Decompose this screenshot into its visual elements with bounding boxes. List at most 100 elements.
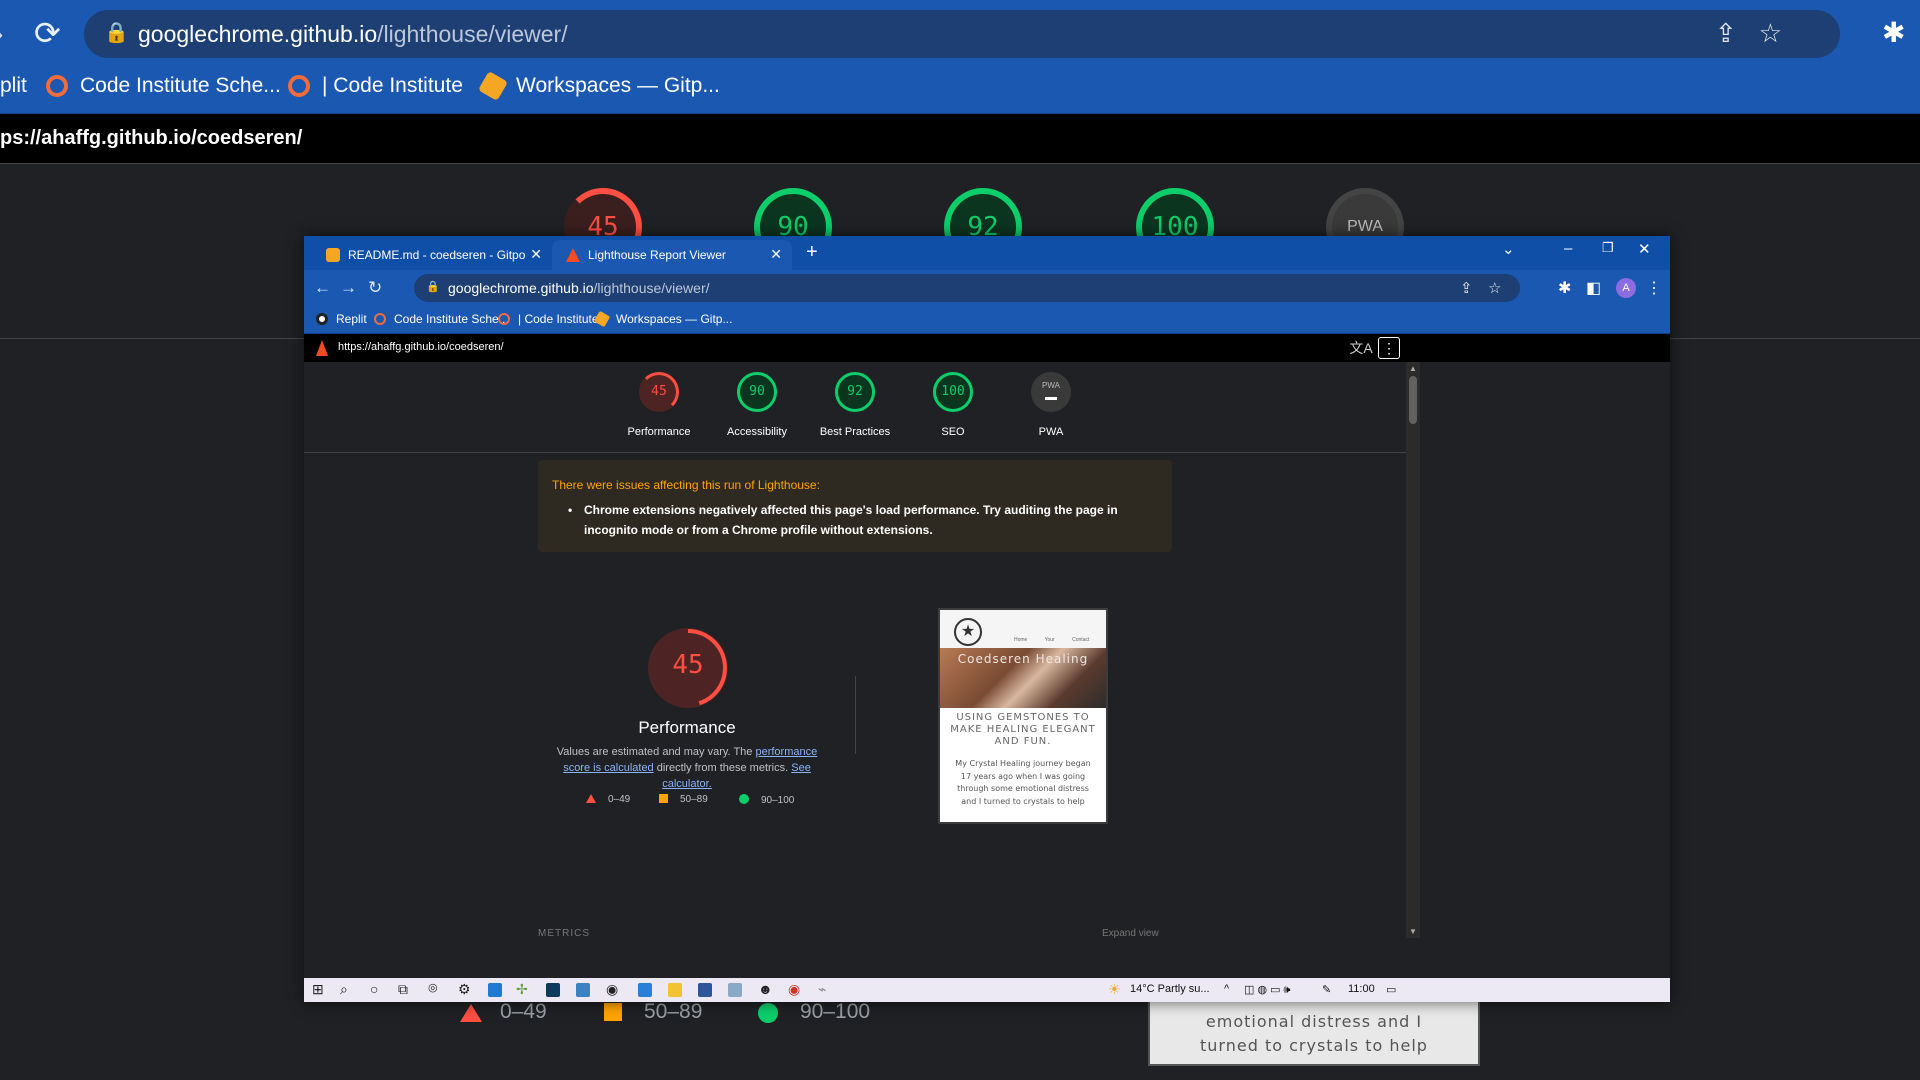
task-view-icon[interactable]: ⧉ xyxy=(398,981,408,998)
clock[interactable]: 11:00 xyxy=(1348,983,1375,995)
legend-pass: 90–100 xyxy=(739,794,794,806)
bg-bookmark-ci[interactable]: | Code Institute xyxy=(288,74,463,98)
pwa-dash-icon xyxy=(1045,397,1057,400)
tray-chevron-icon[interactable]: ^ xyxy=(1224,983,1229,995)
bookmark-star-icon[interactable]: ☆ xyxy=(1488,279,1501,297)
close-tab-icon[interactable]: ✕ xyxy=(530,246,542,263)
bg-report-url: ps://ahaffg.github.io/coedseren/ xyxy=(0,127,303,149)
terminal-icon[interactable] xyxy=(546,983,560,997)
gauge-seo[interactable]: 100 SEO xyxy=(904,372,1002,438)
gauge-ring: 45 xyxy=(639,372,679,412)
expand-view-toggle[interactable]: Expand view xyxy=(1102,928,1159,938)
close-window-icon[interactable]: ✕ xyxy=(1638,240,1651,258)
vscode-icon[interactable] xyxy=(638,983,652,997)
bookmark-ci-schedule[interactable]: Code Institute Sche... xyxy=(374,312,509,326)
final-screenshot[interactable]: ★ Home Your Contact Coedseren Healing US… xyxy=(938,608,1108,824)
notifications-icon[interactable]: ▭ xyxy=(1386,983,1396,996)
lock-icon: 🔒 xyxy=(426,281,440,293)
address-bar[interactable]: 🔒 googlechrome.github.io/lighthouse/view… xyxy=(414,274,1520,302)
new-tab-icon[interactable]: + xyxy=(806,241,818,264)
legend-average: 50–89 xyxy=(659,794,708,805)
lighthouse-icon xyxy=(566,248,580,262)
vertical-divider xyxy=(855,676,856,754)
screenshot-hero: Coedseren Healing xyxy=(940,648,1106,708)
scrollbar-thumb[interactable] xyxy=(1409,376,1417,424)
profile-avatar[interactable]: A xyxy=(1616,278,1636,298)
scrollbar[interactable]: ▲ ▼ xyxy=(1406,362,1420,938)
gauge-ring: 100 xyxy=(933,372,973,412)
fail-triangle-icon xyxy=(586,794,596,803)
scroll-up-icon[interactable]: ▲ xyxy=(1409,364,1417,373)
app-green-icon[interactable]: ✢ xyxy=(516,981,528,998)
extensions-icon[interactable]: ✱ xyxy=(1558,278,1571,298)
bookmark-ci[interactable]: | Code Institute xyxy=(498,312,599,326)
performance-score-gauge: 45 xyxy=(648,628,728,708)
tab-strip: README.md - coedseren - Gitpo ✕ Lighthou… xyxy=(304,236,1670,270)
scroll-down-icon[interactable]: ▼ xyxy=(1409,927,1417,936)
app-pinned-icon[interactable]: ⌁ xyxy=(818,981,826,998)
bg-bookmark-ci-schedule[interactable]: Code Institute Sche... xyxy=(46,74,281,98)
bg-reload-icon[interactable]: ⟳ xyxy=(34,14,61,52)
gauge-performance[interactable]: 45 Performance xyxy=(610,372,708,438)
bg-bookmarks-bar: plit Code Institute Sche... | Code Insti… xyxy=(0,66,1920,114)
file-explorer-icon[interactable] xyxy=(668,983,682,997)
notepad-icon[interactable] xyxy=(728,983,742,997)
site-logo-star-icon: ★ xyxy=(954,618,982,646)
gauge-ring: 90 xyxy=(737,372,777,412)
restore-icon[interactable]: ❐ xyxy=(1602,240,1614,256)
bookmark-gitpod[interactable]: Workspaces — Gitp... xyxy=(593,310,732,328)
bookmark-replit[interactable]: Replit xyxy=(316,312,367,326)
settings-gear-icon[interactable]: ⚙ xyxy=(458,981,471,998)
gauge-ring: PWA xyxy=(1031,372,1071,412)
code-institute-icon xyxy=(374,313,386,325)
report-content: 45 Performance 90 Accessibility 92 Best … xyxy=(304,362,1406,938)
tab-lighthouse-viewer[interactable]: Lighthouse Report Viewer ✕ xyxy=(552,240,792,270)
report-menu-icon[interactable]: ⋮ xyxy=(1378,337,1400,359)
windows-start-icon[interactable]: ⊞ xyxy=(312,981,324,998)
bg-legend-pass: 90–100 xyxy=(800,1000,871,1023)
bg-address-bar[interactable]: 🔒 googlechrome.github.io/lighthouse/view… xyxy=(84,10,1840,58)
back-icon[interactable]: ← xyxy=(314,278,331,298)
report-url[interactable]: https://ahaffg.github.io/coedseren/ xyxy=(338,341,504,353)
gauge-label: Best Practices xyxy=(819,426,891,438)
pen-icon[interactable]: ✎ xyxy=(1322,983,1331,996)
chrome-icon[interactable]: ◉ xyxy=(606,981,618,998)
side-panel-icon[interactable]: ◧ xyxy=(1586,278,1601,298)
gauge-pwa[interactable]: PWA PWA xyxy=(1002,372,1100,438)
bg-extensions-icon[interactable]: ✱ xyxy=(1882,16,1905,49)
github-desktop-icon[interactable]: ☻ xyxy=(758,981,773,997)
bg-toolbar: › ⟳ 🔒 googlechrome.github.io/lighthouse/… xyxy=(0,0,1920,66)
bg-bookmark-gitpod[interactable]: Workspaces — Gitp... xyxy=(477,71,720,102)
gauge-label: PWA xyxy=(1038,426,1064,438)
chrome-menu-icon[interactable]: ⋮ xyxy=(1646,278,1662,298)
tab-search-icon[interactable]: ⌄ xyxy=(1502,240,1515,258)
close-tab-icon[interactable]: ✕ xyxy=(770,246,782,263)
translate-icon[interactable]: 文A xyxy=(1348,338,1374,360)
tray-icons[interactable]: ◫ ◍ ▭ 🕪 xyxy=(1244,983,1290,997)
word-icon[interactable] xyxy=(698,983,712,997)
gauge-best-practices[interactable]: 92 Best Practices xyxy=(806,372,904,438)
bg-omnibox-icons[interactable]: ⇪☆ xyxy=(1715,18,1804,49)
gitpod-icon xyxy=(593,310,611,328)
app-icon[interactable]: ◎ xyxy=(428,981,438,994)
desktop-icon[interactable] xyxy=(576,983,590,997)
forward-icon[interactable]: → xyxy=(340,278,357,298)
search-icon[interactable]: ⌕ xyxy=(340,981,348,998)
gauge-accessibility[interactable]: 90 Accessibility xyxy=(708,372,806,438)
minimize-icon[interactable]: – xyxy=(1564,240,1572,257)
share-icon[interactable]: ⇪ xyxy=(1460,279,1473,297)
weather-text[interactable]: 14°C Partly su... xyxy=(1130,983,1210,995)
app-blue-icon[interactable] xyxy=(488,983,502,997)
chrome-active-icon[interactable]: ◉ xyxy=(788,981,800,998)
bg-forward-icon[interactable]: › xyxy=(0,18,3,50)
bg-bookmark-replit[interactable]: plit xyxy=(0,74,27,98)
gauges-divider xyxy=(304,452,1406,453)
tab-readme[interactable]: README.md - coedseren - Gitpo ✕ xyxy=(312,240,552,270)
bg-legend-average: 50–89 xyxy=(644,1000,703,1023)
average-square-icon xyxy=(659,794,668,803)
reload-icon[interactable]: ↻ xyxy=(368,278,382,298)
right-gutter xyxy=(1420,362,1670,938)
cortana-icon[interactable]: ○ xyxy=(370,981,378,997)
gauge-ring: 92 xyxy=(835,372,875,412)
screenshot-nav-links: Home Your Contact xyxy=(1014,637,1090,643)
